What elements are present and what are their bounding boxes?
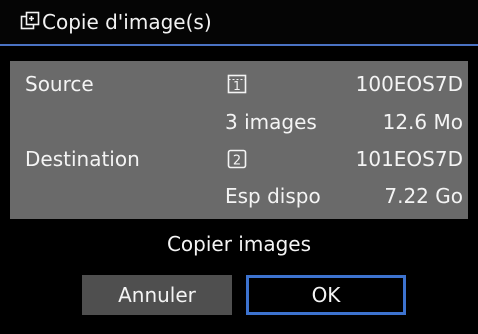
copy-images-icon: [20, 11, 40, 30]
svg-text:2: 2: [233, 154, 241, 169]
images-size: 12.6 Mo: [382, 110, 463, 134]
cancel-button[interactable]: Annuler: [82, 275, 232, 315]
camera-menu-screen: Copie d'image(s) Source 1 100EOS7D 3 ima…: [0, 0, 478, 334]
source-label: Source: [25, 72, 94, 96]
destination-label: Destination: [25, 147, 140, 171]
confirm-prompt: Copier images: [166, 232, 312, 256]
free-space-label: Esp dispo: [225, 184, 321, 208]
images-count: 3 images: [225, 110, 317, 134]
copy-info-panel: Source 1 100EOS7D 3 images 12.6 Mo Desti…: [10, 61, 468, 219]
free-space-value: 7.22 Go: [384, 184, 463, 208]
page-title: Copie d'image(s): [42, 10, 212, 34]
card-slot-1-icon: 1: [227, 74, 247, 94]
destination-folder: 101EOS7D: [355, 147, 463, 171]
ok-button[interactable]: OK: [246, 275, 406, 315]
card-slot-2-icon: 2: [227, 149, 247, 169]
source-folder: 100EOS7D: [355, 72, 463, 96]
title-bar: Copie d'image(s): [0, 0, 478, 46]
svg-text:1: 1: [233, 79, 241, 93]
